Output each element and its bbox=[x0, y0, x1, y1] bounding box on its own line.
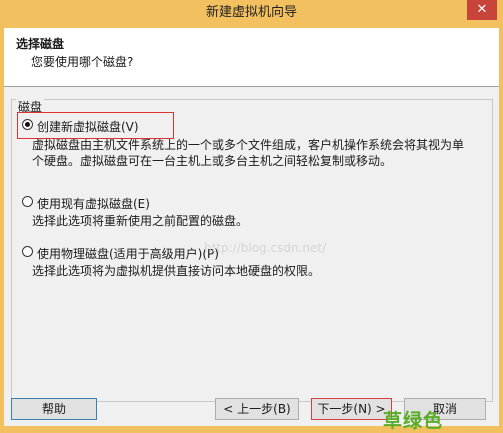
use-physical-disk-radio[interactable] bbox=[22, 246, 33, 257]
wizard-client-area: 选择磁盘 您要使用哪个磁盘? 磁盘 创建新虚拟磁盘(V) 虚拟磁盘由主机文件系统… bbox=[4, 28, 499, 432]
close-button[interactable]: ✕ bbox=[467, 0, 497, 20]
page-subtitle: 您要使用哪个磁盘? bbox=[31, 55, 134, 69]
use-physical-disk-description: 选择此选项将为虚拟机提供直接访问本地硬盘的权限。 bbox=[32, 264, 321, 278]
page-title: 选择磁盘 bbox=[16, 37, 65, 51]
use-physical-disk-label[interactable]: 使用物理磁盘(适用于高级用户)(P) bbox=[37, 245, 219, 262]
use-existing-disk-label[interactable]: 使用现有虚拟磁盘(E) bbox=[37, 195, 150, 212]
use-existing-disk-description: 选择此选项将重新使用之前配置的磁盘。 bbox=[32, 214, 249, 228]
close-icon: ✕ bbox=[476, 2, 488, 17]
window-title: 新建虚拟机向导 bbox=[205, 5, 297, 20]
create-new-disk-description: 虚拟磁盘由主机文件系统上的一个或多个文件组成，客户机操作系统会将其视为单个硬盘。… bbox=[32, 138, 465, 168]
create-new-disk-label[interactable]: 创建新虚拟磁盘(V) bbox=[37, 118, 139, 135]
wizard-header: 选择磁盘 您要使用哪个磁盘? bbox=[4, 28, 499, 87]
back-button[interactable]: < 上一步(B) bbox=[215, 398, 299, 420]
blog-watermark: http://blog.csdn.net/ bbox=[204, 241, 327, 255]
window-titlebar: 新建虚拟机向导 ✕ bbox=[0, 0, 503, 29]
sticker-text: 草绿色 bbox=[383, 410, 444, 432]
help-button[interactable]: 帮助 bbox=[11, 398, 97, 420]
create-new-disk-radio[interactable] bbox=[22, 119, 33, 130]
use-existing-disk-radio[interactable] bbox=[22, 196, 33, 207]
next-button[interactable]: 下一步(N) > bbox=[311, 398, 392, 420]
